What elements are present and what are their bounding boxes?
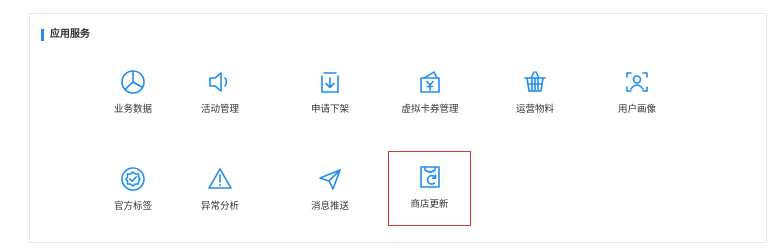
- yuan-voucher-icon: [420, 71, 440, 93]
- service-label: 商店更新: [410, 199, 449, 210]
- service-label: 运营物料: [515, 104, 554, 115]
- store-refresh-icon: [419, 166, 440, 188]
- service-label: 业务数据: [113, 104, 152, 115]
- service-label: 申请下架: [310, 104, 349, 115]
- service-anomaly-analysis[interactable]: 异常分析: [175, 152, 265, 238]
- service-user-profile[interactable]: 用户画像: [592, 55, 682, 141]
- service-message-push[interactable]: 消息推送: [285, 152, 375, 238]
- section-title-text: 应用服务: [50, 29, 90, 40]
- service-activity-management[interactable]: 活动管理: [175, 55, 265, 141]
- service-operation-materials[interactable]: 运营物料: [490, 55, 580, 141]
- service-label: 用户画像: [617, 104, 656, 115]
- service-virtual-voucher-management[interactable]: 虚拟卡券管理: [385, 55, 475, 141]
- title-accent-bar: [41, 29, 44, 41]
- pie-chart-icon: [121, 70, 145, 94]
- user-scan-icon: [626, 72, 648, 92]
- warning-icon: [208, 168, 232, 189]
- service-official-tags[interactable]: 官方标签: [88, 152, 178, 238]
- service-label: 虚拟卡券管理: [401, 104, 459, 115]
- service-store-update[interactable]: 商店更新: [388, 151, 471, 226]
- send-icon: [319, 169, 341, 190]
- badge-check-icon: [121, 167, 145, 191]
- speaker-icon: [209, 72, 228, 92]
- service-label: 活动管理: [200, 104, 239, 115]
- service-label: 官方标签: [113, 201, 152, 212]
- service-label: 消息推送: [310, 201, 349, 212]
- service-label: 异常分析: [200, 201, 239, 212]
- section-title: 应用服务: [41, 29, 90, 41]
- service-business-data[interactable]: 业务数据: [88, 55, 178, 141]
- download-box-icon: [321, 72, 339, 93]
- service-request-delist[interactable]: 申请下架: [285, 55, 375, 141]
- basket-icon: [524, 71, 546, 92]
